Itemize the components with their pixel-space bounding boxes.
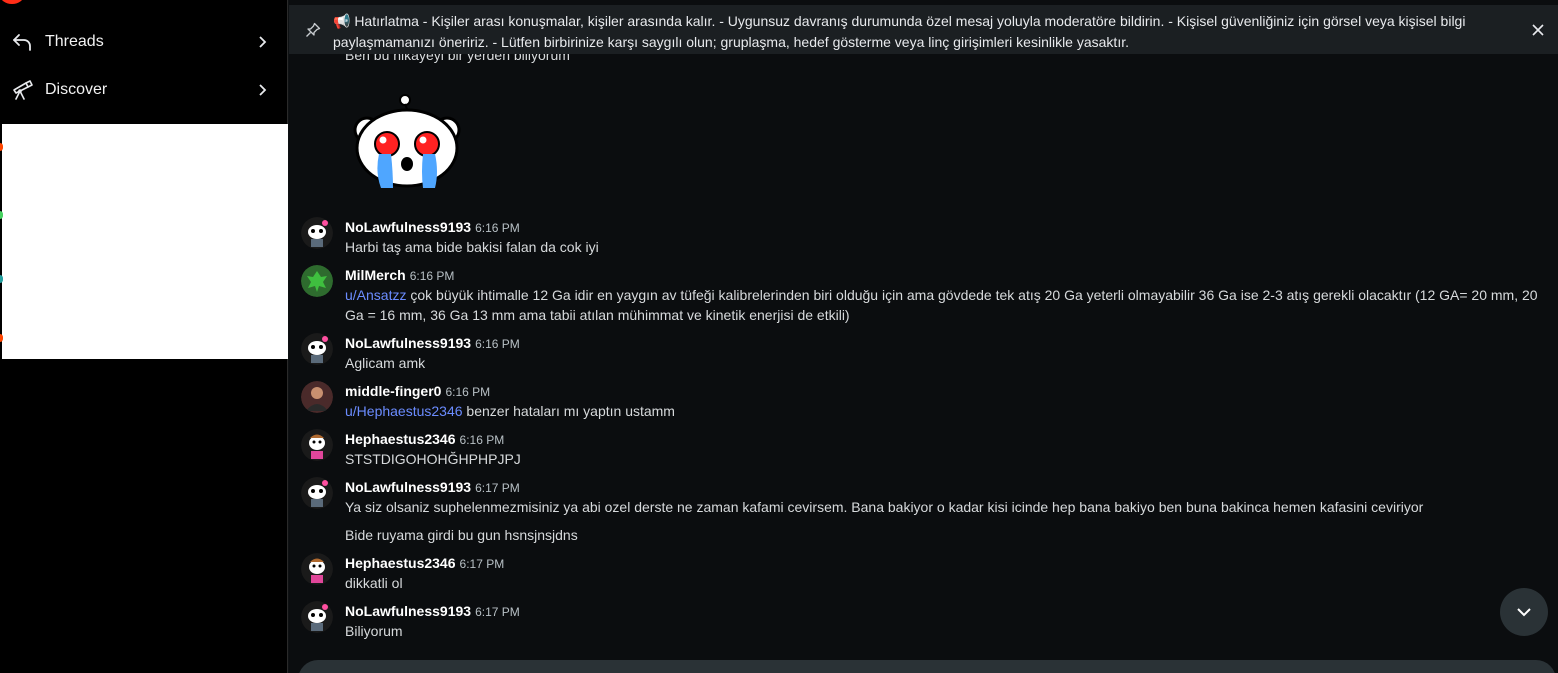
username-text[interactable]: NoLawfulness9193 bbox=[345, 219, 471, 235]
avatar[interactable] bbox=[301, 553, 333, 585]
timestamp: 6:16 PM bbox=[409, 269, 455, 283]
sidebar-item-label: Threads bbox=[45, 33, 104, 50]
avatar[interactable] bbox=[301, 477, 333, 509]
username[interactable]: MilMerch 6:16 PM bbox=[345, 267, 454, 283]
telescope-icon bbox=[13, 80, 33, 100]
chevron-right-icon bbox=[259, 36, 267, 48]
user-mention-link[interactable]: u/Hephaestus2346 bbox=[345, 403, 463, 419]
message-text: u/Ansatzz çok büyük ihtimalle 12 Ga idir… bbox=[345, 285, 1545, 325]
username-text[interactable]: middle-finger0 bbox=[345, 383, 441, 399]
message-body: Harbi taş ama bide bakisi falan da cok i… bbox=[345, 239, 599, 255]
avatar[interactable] bbox=[301, 601, 333, 633]
message-body: Aglicam amk bbox=[345, 355, 426, 371]
chevron-right-icon bbox=[259, 84, 267, 96]
message-composer[interactable] bbox=[298, 660, 1556, 673]
username[interactable]: Hephaestus2346 6:16 PM bbox=[345, 431, 504, 447]
avatar[interactable] bbox=[301, 333, 333, 365]
timestamp: 6:17 PM bbox=[475, 481, 520, 495]
username[interactable]: Hephaestus2346 6:17 PM bbox=[345, 555, 504, 571]
crying-snoo-sticker bbox=[353, 94, 461, 188]
message-text: Aglicam amk bbox=[345, 353, 1545, 373]
sidebar-item-threads[interactable]: Threads bbox=[0, 20, 288, 64]
pin-icon[interactable] bbox=[305, 22, 321, 38]
embedded-panel bbox=[2, 124, 288, 359]
reddit-logo[interactable] bbox=[0, 0, 24, 4]
message-text: Ya siz olsaniz suphelenmezmisiniz ya abi… bbox=[345, 497, 1545, 517]
message-body: çok büyük ihtimalle 12 Ga idir en yaygın… bbox=[345, 287, 1538, 323]
sidebar-item-label: Discover bbox=[45, 81, 108, 98]
scroll-to-bottom-button[interactable] bbox=[1500, 588, 1548, 636]
username-text[interactable]: Hephaestus2346 bbox=[345, 431, 456, 447]
username[interactable]: NoLawfulness9193 6:17 PM bbox=[345, 603, 520, 619]
username-text[interactable]: NoLawfulness9193 bbox=[345, 335, 471, 351]
pinned-message: 📢 Hatırlatma - Kişiler arası konuşmalar,… bbox=[289, 5, 1558, 54]
chat-panel: 📢 Hatırlatma - Kişiler arası konuşmalar,… bbox=[289, 0, 1558, 673]
message-text: u/Hephaestus2346 benzer hataları mı yapt… bbox=[345, 401, 1545, 421]
message-body: Ya siz olsaniz suphelenmezmisiniz ya abi… bbox=[345, 499, 1424, 515]
sidebar-item-discover[interactable]: Discover bbox=[0, 68, 288, 112]
timestamp: 6:17 PM bbox=[459, 557, 505, 571]
avatar[interactable] bbox=[301, 217, 333, 249]
message-body: dikkatli ol bbox=[345, 575, 403, 591]
pinned-text: 📢 Hatırlatma - Kişiler arası konuşmalar,… bbox=[333, 13, 1466, 50]
message-body: Biliyorum bbox=[345, 623, 403, 639]
username-text[interactable]: NoLawfulness9193 bbox=[345, 479, 471, 495]
username[interactable]: middle-finger0 6:16 PM bbox=[345, 383, 490, 399]
avatar[interactable] bbox=[301, 381, 333, 413]
message-body: benzer hataları mı yaptın ustamm bbox=[462, 403, 675, 419]
close-icon[interactable] bbox=[1531, 23, 1545, 37]
user-mention-link[interactable]: u/Ansatzz bbox=[345, 287, 406, 303]
timestamp: 6:16 PM bbox=[445, 385, 491, 399]
message-text: dikkatli ol bbox=[345, 573, 1545, 593]
message-text: Biliyorum bbox=[345, 621, 1545, 641]
username-text[interactable]: Hephaestus2346 bbox=[345, 555, 456, 571]
timestamp: 6:17 PM bbox=[475, 605, 520, 619]
message-body: STSTDIGOHOHĞHPHPJPJ bbox=[345, 451, 521, 467]
username-text[interactable]: NoLawfulness9193 bbox=[345, 603, 471, 619]
message-text: Harbi taş ama bide bakisi falan da cok i… bbox=[345, 237, 1545, 257]
timestamp: 6:16 PM bbox=[475, 221, 520, 235]
timestamp: 6:16 PM bbox=[475, 337, 520, 351]
reply-arrow-icon bbox=[13, 34, 31, 51]
username-text[interactable]: MilMerch bbox=[345, 267, 406, 283]
username[interactable]: NoLawfulness9193 6:17 PM bbox=[345, 479, 520, 495]
sidebar: Threads Discover bbox=[0, 0, 288, 673]
message-text: STSTDIGOHOHĞHPHPJPJ bbox=[345, 449, 1545, 469]
username[interactable]: NoLawfulness9193 6:16 PM bbox=[345, 219, 520, 235]
chevron-down-icon bbox=[1517, 608, 1531, 617]
avatar[interactable] bbox=[301, 265, 333, 297]
avatar[interactable] bbox=[301, 429, 333, 461]
timestamp: 6:16 PM bbox=[459, 433, 505, 447]
message-text: Bide ruyama girdi bu gun hsnsjnsjdns bbox=[345, 527, 578, 543]
username[interactable]: NoLawfulness9193 6:16 PM bbox=[345, 335, 520, 351]
